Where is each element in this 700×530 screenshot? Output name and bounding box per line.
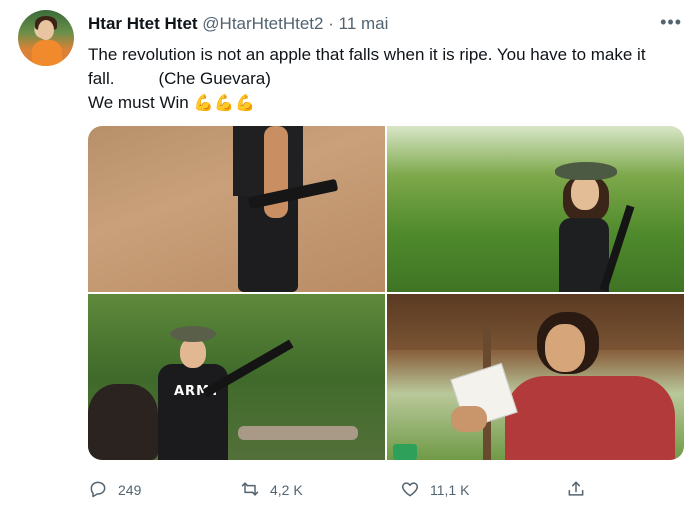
- share-icon: [566, 479, 586, 502]
- tweet-line-2: fall. (Che Guevara): [88, 67, 680, 91]
- user-handle[interactable]: @HtarHtetHtet2: [202, 14, 323, 33]
- photo-4-body: [505, 376, 675, 460]
- photo-2[interactable]: [387, 126, 684, 292]
- tweet-header: Htar Htet Htet @HtarHtetHtet2 · 11 mai: [88, 14, 388, 34]
- quote-attribution: (Che Guevara): [158, 69, 271, 88]
- photo-4[interactable]: [387, 294, 684, 460]
- heart-icon: [400, 479, 420, 502]
- like-count: 11,1 K: [430, 482, 470, 498]
- photo-4-cup: [393, 444, 417, 460]
- flexed-biceps-emoji: 💪💪💪: [193, 95, 257, 112]
- photo-3-log: [238, 426, 358, 440]
- reply-icon: [88, 479, 108, 502]
- photo-3-face: [180, 338, 206, 368]
- photo-3-body: [158, 364, 228, 460]
- retweet-icon: [240, 479, 260, 502]
- photo-3-hat: [170, 326, 216, 342]
- tweet-line-1: The revolution is not an apple that fall…: [88, 45, 646, 64]
- photo-4-face: [545, 324, 585, 372]
- reply-count: 249: [118, 482, 142, 498]
- avatar-face: [38, 20, 54, 40]
- tweet-date[interactable]: 11 mai: [339, 14, 389, 33]
- like-button[interactable]: 11,1 K: [400, 476, 469, 504]
- tweet-text: The revolution is not an apple that fall…: [88, 43, 680, 116]
- more-options-icon[interactable]: •••: [660, 12, 682, 33]
- tweet-actions: 249 4,2 K 11,1 K: [88, 476, 680, 504]
- retweet-count: 4,2 K: [270, 482, 303, 498]
- photo-4-roof: [387, 294, 684, 350]
- photo-2-hat: [555, 162, 617, 180]
- media-grid: ARMY: [88, 126, 684, 460]
- photo-1[interactable]: [88, 126, 385, 292]
- photo-3-rock: [88, 384, 158, 460]
- retweet-button[interactable]: 4,2 K: [240, 476, 303, 504]
- date-separator: ·: [328, 14, 334, 33]
- avatar-shirt: [32, 40, 62, 66]
- tweet-line-3: We must Win 💪💪💪: [88, 91, 680, 116]
- share-button[interactable]: [566, 476, 586, 504]
- tweet-line-2-text: fall.: [88, 69, 115, 88]
- tweet-line-3-text: We must Win: [88, 93, 189, 112]
- photo-3[interactable]: ARMY: [88, 294, 385, 460]
- display-name[interactable]: Htar Htet Htet: [88, 14, 198, 33]
- photo-2-face: [571, 176, 599, 210]
- photo-4-hand: [451, 406, 487, 432]
- avatar[interactable]: [18, 10, 74, 66]
- reply-button[interactable]: 249: [88, 476, 141, 504]
